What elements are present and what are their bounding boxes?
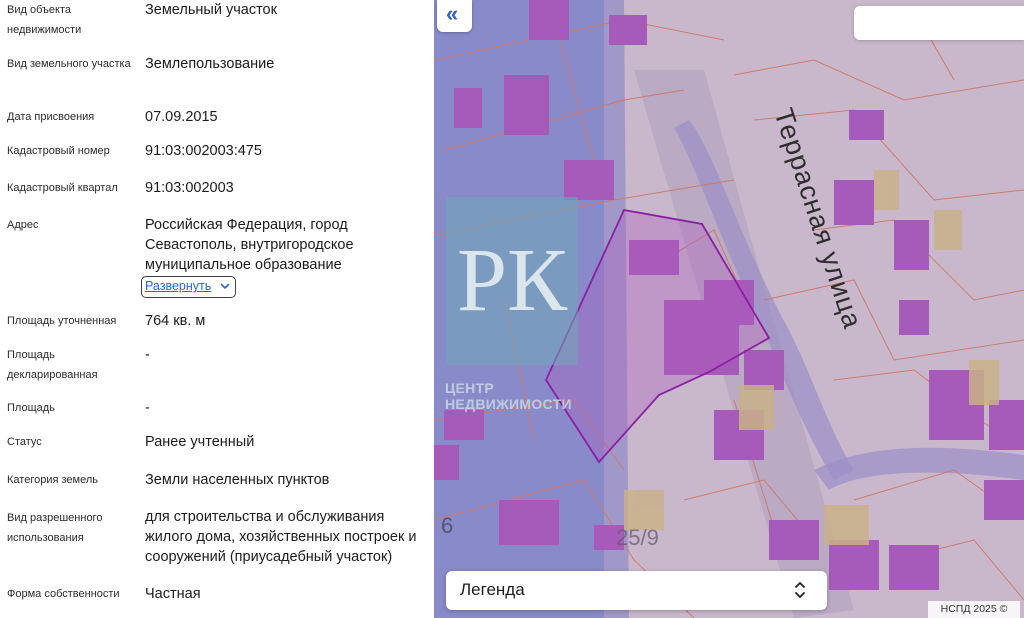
collapse-panel-button[interactable]: « (437, 0, 472, 32)
detail-value: Частная (145, 586, 201, 602)
detail-value: 91:03:002003:475 (145, 143, 262, 159)
detail-label: Категория земель (7, 474, 98, 486)
building (899, 300, 929, 335)
parcel-number-label: 6 (441, 513, 453, 538)
watermark-text: ЦЕНТР НЕДВИЖИМОСТИ (445, 380, 572, 412)
detail-value: Ранее учтенный (145, 434, 255, 450)
detail-value: 07.09.2015 (145, 109, 218, 125)
building (744, 350, 784, 390)
detail-value: 764 кв. м (145, 313, 206, 329)
watermark-letters: РК (457, 231, 568, 330)
watermark-line: НЕДВИЖИМОСТИ (445, 396, 572, 412)
detail-value: Земельный участок (145, 2, 277, 18)
map-copyright: НСПД 2025 © (928, 601, 1020, 618)
annex-building (874, 170, 899, 210)
building (989, 400, 1024, 450)
building (829, 540, 879, 590)
annex-building (824, 505, 869, 545)
detail-label: Кадастровый номер (7, 145, 110, 157)
detail-label: Адрес (7, 219, 39, 231)
detail-label: Площадь уточненная (7, 315, 117, 327)
detail-label: Вид земельного участка (7, 58, 131, 70)
building (529, 0, 569, 40)
annex-building (934, 210, 962, 250)
map-canvas[interactable]: РК Террасная улица 6 25/9 (434, 0, 1024, 618)
detail-value: Земли населенных пунктов (145, 472, 330, 488)
building (504, 75, 549, 135)
expand-label: Развернуть (145, 279, 212, 293)
watermark-logo: РК (446, 197, 578, 365)
detail-value: - (145, 400, 150, 416)
building (434, 445, 459, 480)
annex-building (624, 490, 664, 530)
parcel-number-label: 25/9 (616, 525, 659, 550)
map-search-input[interactable] (854, 6, 1024, 40)
detail-label: Вид разрешенного использования (7, 512, 103, 544)
building (834, 180, 874, 225)
expand-address-button[interactable]: Развернуть (141, 276, 236, 298)
building (454, 88, 482, 128)
detail-value: Землепользование (145, 56, 275, 72)
detail-label: Вид объекта недвижимости (7, 4, 82, 36)
annex-building (739, 385, 774, 430)
building (889, 545, 939, 590)
building (564, 160, 614, 200)
detail-label: Площадь (7, 402, 55, 414)
legend-selector[interactable]: Легенда (446, 571, 827, 610)
building (499, 500, 559, 545)
chevron-down-icon (220, 283, 230, 290)
detail-value: Российская Федерация, город Севастополь,… (145, 217, 354, 273)
detail-value: 91:03:002003 (145, 180, 234, 196)
detail-label: Площадь декларированная (7, 349, 98, 381)
detail-label: Форма собственности (7, 588, 120, 600)
detail-label: Статус (7, 436, 42, 448)
building (849, 110, 884, 140)
double-chevron-left-icon: « (446, 1, 459, 26)
watermark-line: ЦЕНТР (445, 380, 495, 396)
detail-label: Кадастровый квартал (7, 182, 118, 194)
building (444, 410, 484, 440)
detail-value: - (145, 347, 150, 363)
detail-value: для строительства и обслуживания жилого … (145, 509, 417, 565)
annex-building (969, 360, 999, 405)
building (769, 520, 819, 560)
up-down-chevron-icon (795, 581, 805, 599)
legend-label: Легенда (460, 580, 525, 599)
building (894, 220, 929, 270)
detail-label: Дата присвоения (7, 111, 95, 123)
building (984, 480, 1024, 520)
building (609, 15, 647, 45)
object-details-panel: Вид объекта недвижимости Земельный участ… (0, 0, 434, 618)
cadastral-map[interactable]: РК Террасная улица 6 25/9 (434, 0, 1024, 618)
